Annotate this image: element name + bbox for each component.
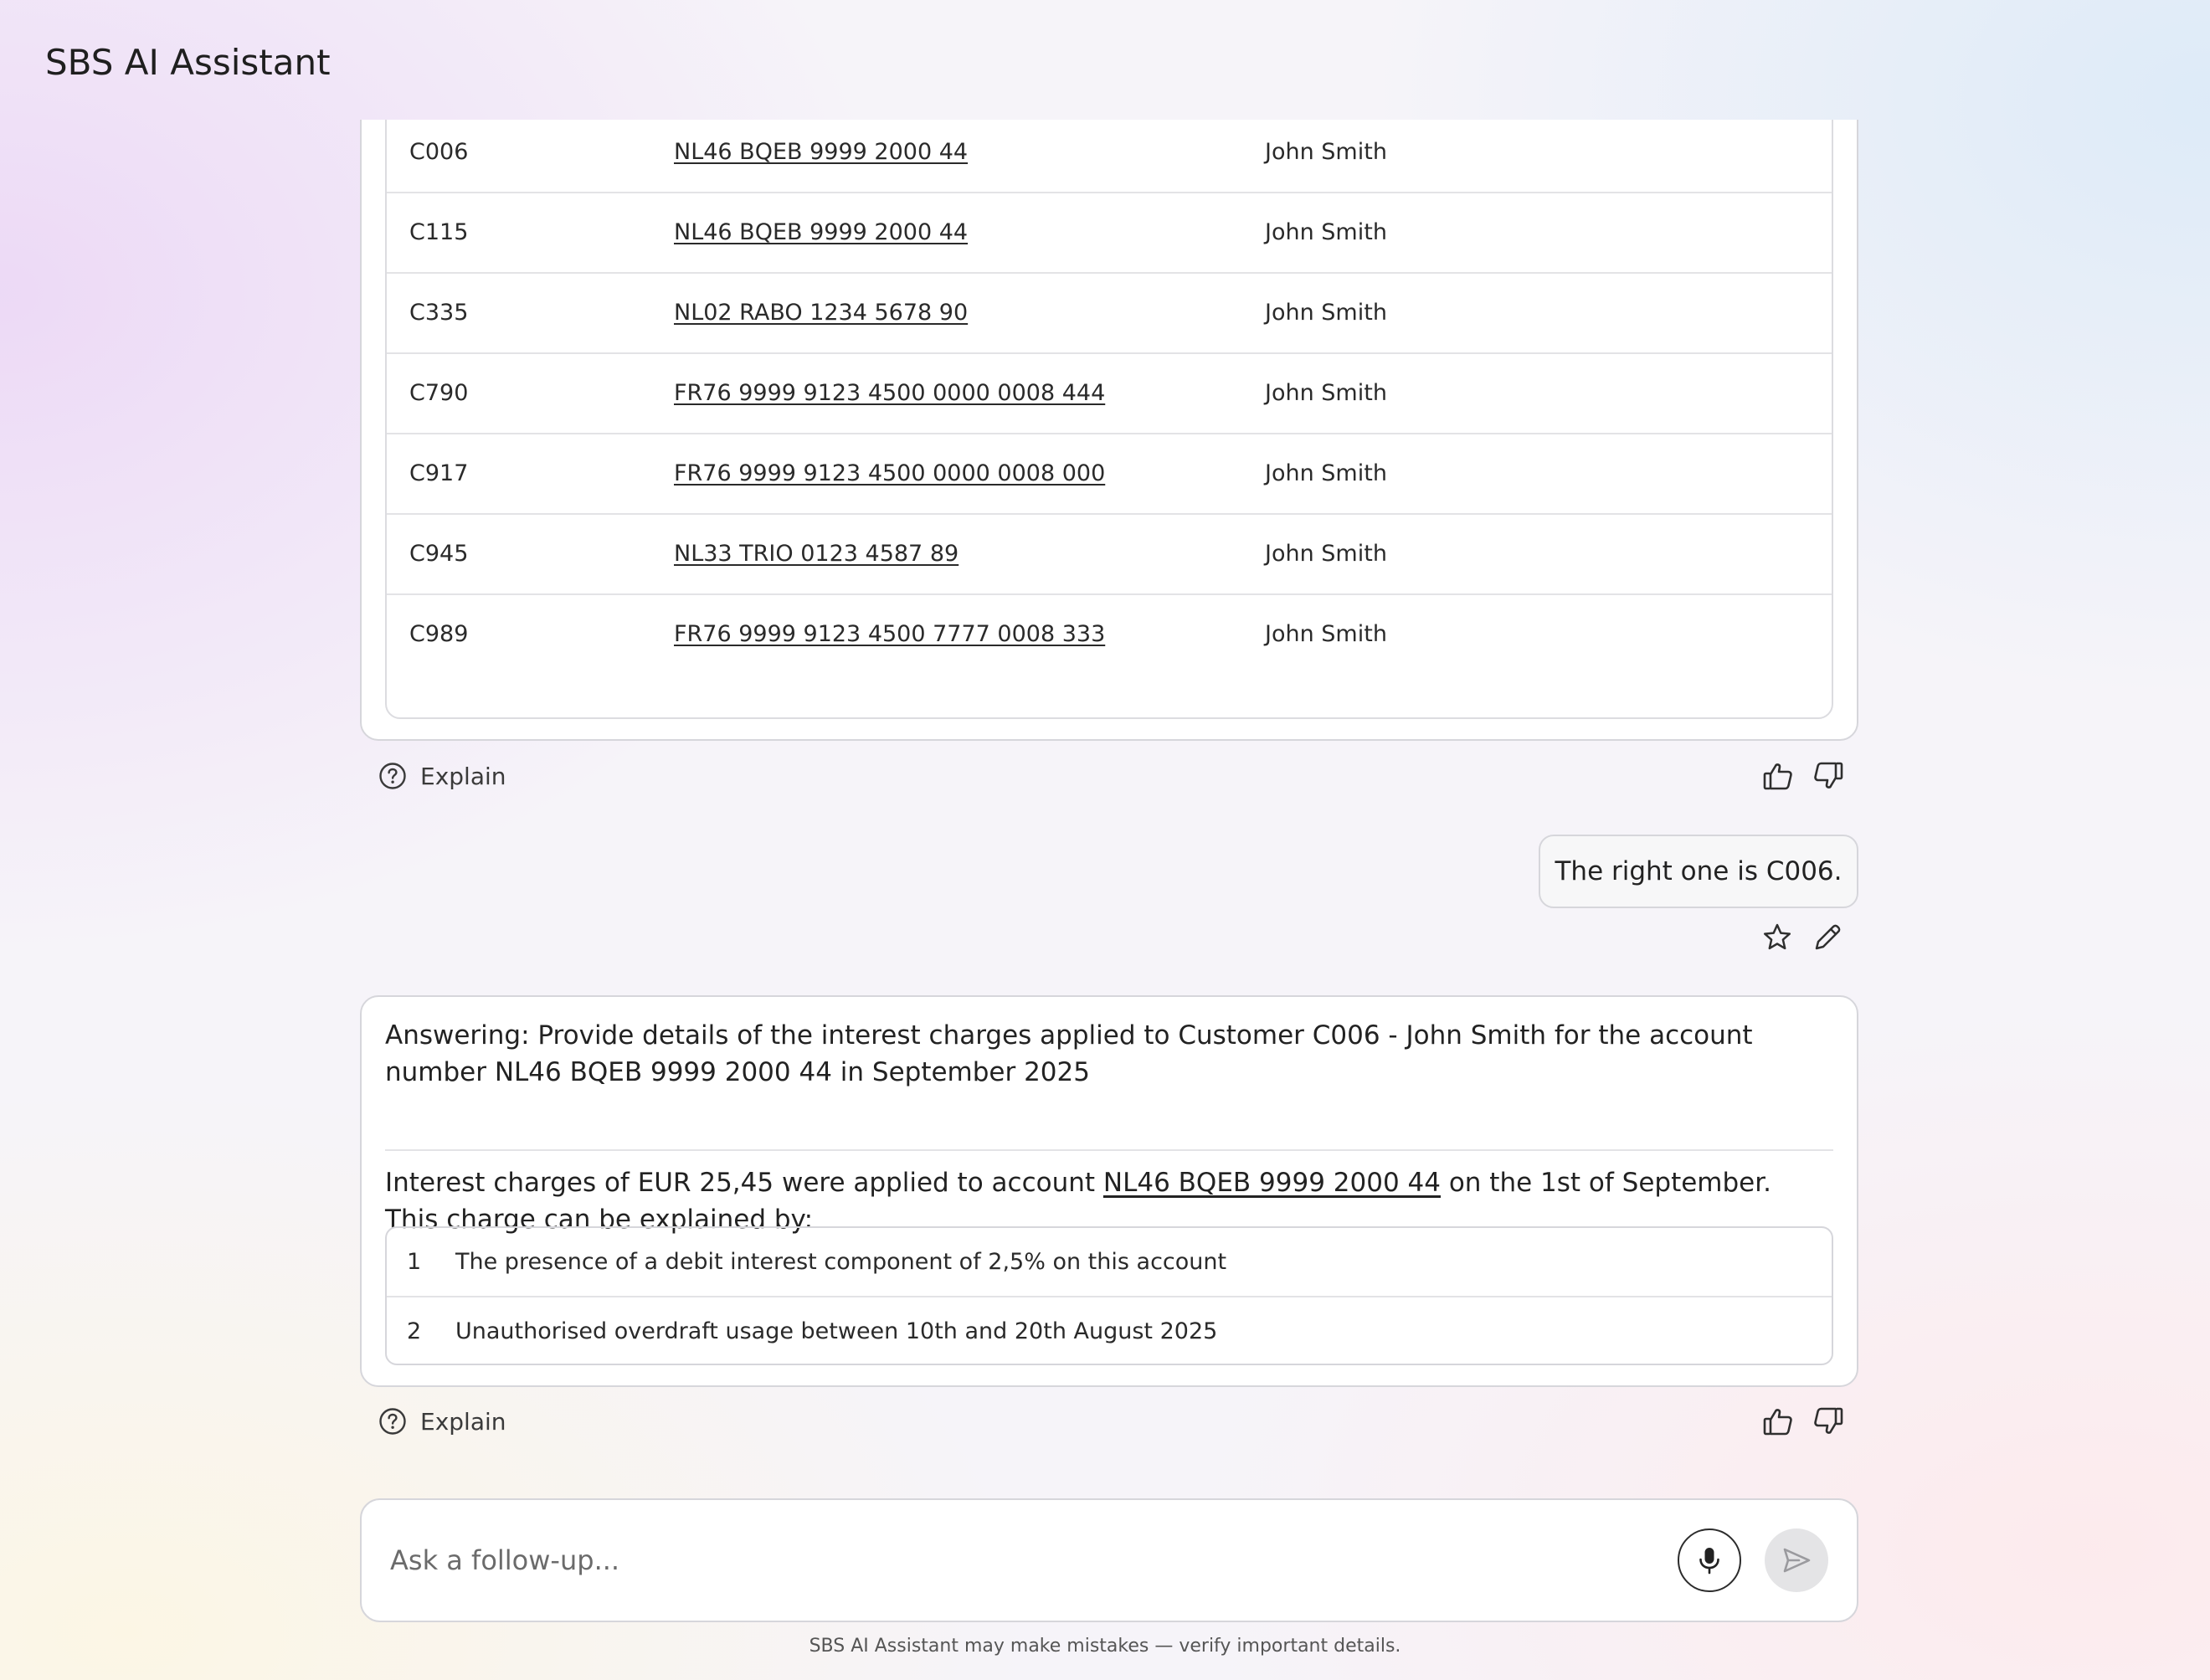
explain-label: Explain	[420, 762, 506, 790]
send-button[interactable]	[1765, 1528, 1828, 1592]
customer-iban-table: C006 NL46 BQEB 9999 2000 44 John Smith C…	[385, 120, 1833, 719]
iban-link[interactable]: NL46 BQEB 9999 2000 44	[1103, 1168, 1441, 1198]
message-actions: Explain	[378, 1403, 1852, 1440]
iban-link[interactable]: NL33 TRIO 0123 4587 89	[674, 515, 959, 593]
customer-name-cell: John Smith	[1265, 139, 1387, 165]
customer-id-cell: C989	[409, 621, 469, 647]
reasons-table: 1 The presence of a debit interest compo…	[385, 1226, 1833, 1365]
answer-text: on the 1st of September.	[1448, 1168, 1772, 1198]
disclaimer-text: SBS AI Assistant may make mistakes — ver…	[809, 1636, 1401, 1657]
app-title: SBS AI Assistant	[45, 42, 331, 83]
microphone-button[interactable]	[1678, 1528, 1741, 1592]
message-actions: Explain	[378, 758, 1852, 794]
star-icon	[1763, 923, 1791, 950]
reason-text: Unauthorised overdraft usage between 10t…	[455, 1318, 1218, 1344]
thumbs-down-icon	[1814, 762, 1843, 789]
thumbs-down-button[interactable]	[1812, 1405, 1845, 1438]
customer-id-cell: C945	[409, 541, 469, 567]
explain-label: Explain	[420, 1407, 506, 1436]
list-item: 1 The presence of a debit interest compo…	[387, 1228, 1832, 1296]
pencil-icon	[1815, 924, 1841, 950]
customer-name-cell: John Smith	[1265, 460, 1387, 486]
customer-name-cell: John Smith	[1265, 541, 1387, 567]
table-row: C989 FR76 9999 9123 4500 7777 0008 333 J…	[387, 593, 1832, 674]
thumbs-up-icon	[1763, 763, 1792, 790]
explain-button[interactable]: Explain	[378, 758, 506, 794]
customer-name-cell: John Smith	[1265, 621, 1387, 647]
list-item: 2 Unauthorised overdraft usage between 1…	[387, 1296, 1832, 1364]
thumbs-up-icon	[1763, 1409, 1792, 1436]
user-message-bubble: The right one is C006.	[1539, 835, 1858, 908]
customer-name-cell: John Smith	[1265, 219, 1387, 245]
edit-message-button[interactable]	[1812, 922, 1845, 955]
explain-button[interactable]: Explain	[378, 1403, 506, 1440]
reason-number: 1	[407, 1249, 422, 1275]
thumbs-up-button[interactable]	[1761, 759, 1795, 793]
customer-name-cell: John Smith	[1265, 300, 1387, 326]
reason-text: The presence of a debit interest compone…	[455, 1249, 1227, 1275]
iban-link[interactable]: FR76 9999 9123 4500 0000 0008 000	[674, 434, 1105, 513]
customer-id-cell: C115	[409, 219, 469, 245]
reason-number: 2	[407, 1318, 422, 1344]
assistant-message-table: C006 NL46 BQEB 9999 2000 44 John Smith C…	[360, 120, 1858, 741]
answering-question-text: Answering: Provide details of the intere…	[385, 1020, 1753, 1087]
chat-history[interactable]: C006 NL46 BQEB 9999 2000 44 John Smith C…	[0, 120, 2210, 1479]
iban-link[interactable]: NL46 BQEB 9999 2000 44	[674, 193, 968, 272]
divider	[385, 1149, 1833, 1151]
iban-link[interactable]: FR76 9999 9123 4500 7777 0008 333	[674, 595, 1105, 674]
customer-id-cell: C917	[409, 460, 469, 486]
table-row: C790 FR76 9999 9123 4500 0000 0008 444 J…	[387, 352, 1832, 433]
customer-id-cell: C006	[409, 139, 469, 165]
customer-id-cell: C335	[409, 300, 469, 326]
assistant-message-answer: Answering: Provide details of the intere…	[360, 995, 1858, 1387]
table-row: C006 NL46 BQEB 9999 2000 44 John Smith	[387, 120, 1832, 192]
iban-link[interactable]: NL46 BQEB 9999 2000 44	[674, 120, 968, 192]
question-circle-icon	[379, 1408, 406, 1435]
answer-text: Interest charges of EUR 25,45 were appli…	[385, 1168, 1096, 1198]
table-row: C335 NL02 RABO 1234 5678 90 John Smith	[387, 272, 1832, 352]
send-icon	[1783, 1548, 1811, 1573]
table-row: C945 NL33 TRIO 0123 4587 89 John Smith	[387, 513, 1832, 593]
thumbs-down-button[interactable]	[1812, 759, 1845, 793]
follow-up-composer	[360, 1498, 1858, 1622]
question-circle-icon	[379, 763, 406, 789]
microphone-icon	[1699, 1548, 1719, 1575]
thumbs-down-icon	[1814, 1407, 1843, 1434]
iban-link[interactable]: FR76 9999 9123 4500 0000 0008 444	[674, 354, 1105, 433]
table-row: C917 FR76 9999 9123 4500 0000 0008 000 J…	[387, 433, 1832, 513]
follow-up-input[interactable]	[390, 1532, 1663, 1589]
thumbs-up-button[interactable]	[1761, 1405, 1795, 1438]
iban-link[interactable]: NL02 RABO 1234 5678 90	[674, 274, 968, 352]
customer-name-cell: John Smith	[1265, 380, 1387, 406]
customer-id-cell: C790	[409, 380, 469, 406]
favorite-button[interactable]	[1761, 922, 1795, 955]
table-row: C115 NL46 BQEB 9999 2000 44 John Smith	[387, 192, 1832, 272]
